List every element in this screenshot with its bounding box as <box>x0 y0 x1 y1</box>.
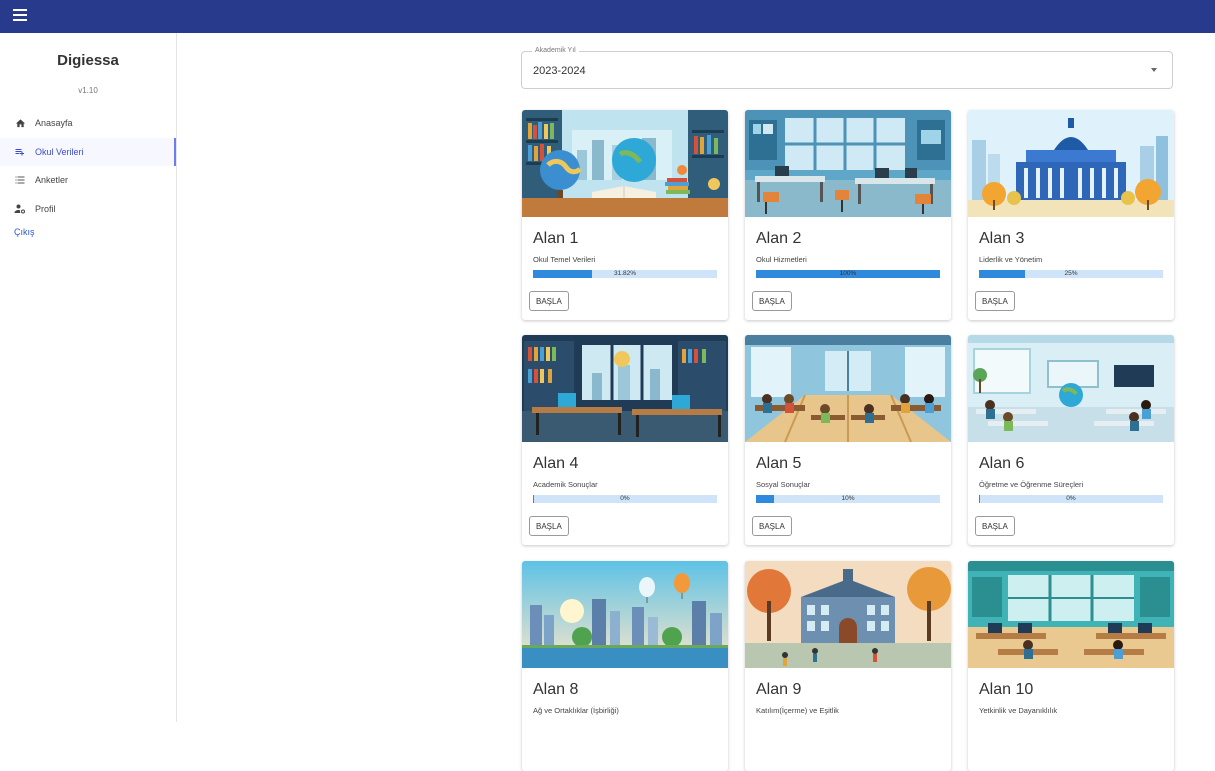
sidebar-item-profil[interactable]: Profil <box>0 195 176 224</box>
card-subtitle: Okul Temel Verileri <box>533 255 596 264</box>
sidebar-nav: Anasayfa Okul Verileri Anketler Profil <box>0 109 176 223</box>
computer-lab-illustration <box>968 561 1174 668</box>
progress-bar: 0% <box>979 495 1163 503</box>
card-title: Alan 6 <box>979 455 1025 472</box>
card-subtitle: Ağ ve Ortaklıklar (İşbirliği) <box>533 706 619 715</box>
sidebar-item-okul-verileri[interactable]: Okul Verileri <box>0 137 176 166</box>
card-subtitle: Academik Sonuçlar <box>533 480 598 489</box>
select-value: 2023-2024 <box>533 65 586 77</box>
area-card-5: Alan 5 Sosyal Sonuçlar 10% BAŞLA <box>745 335 951 545</box>
progress-bar: 100% <box>756 270 940 278</box>
list-icon <box>14 174 26 186</box>
area-card-3: Alan 3 Liderlik ve Yönetim 25% BAŞLA <box>968 110 1174 320</box>
area-card-9: Alan 9 Katılım(İçerme) ve Eşitlik <box>745 561 951 771</box>
city-balloons-illustration <box>522 561 728 668</box>
library-globe-illustration <box>522 110 728 217</box>
sidebar-item-anketler[interactable]: Anketler <box>0 166 176 195</box>
sidebar-item-label: Anasayfa <box>35 118 73 129</box>
card-title: Alan 9 <box>756 681 802 698</box>
app-brand: Digiessa <box>57 52 119 69</box>
area-card-2: Alan 2 Okul Hizmetleri 100% BAŞLA <box>745 110 951 320</box>
card-title: Alan 8 <box>533 681 579 698</box>
home-icon <box>14 117 26 129</box>
school-building-illustration <box>745 561 951 668</box>
card-subtitle: Öğretme ve Öğrenme Süreçleri <box>979 480 1084 489</box>
chevron-down-icon <box>1151 68 1157 72</box>
progress-label: 25% <box>1064 270 1078 277</box>
app-bar <box>0 0 1215 33</box>
progress-label: 10% <box>841 495 855 502</box>
busy-classroom-illustration <box>745 335 951 442</box>
study-room-illustration <box>522 335 728 442</box>
area-card-4: Alan 4 Academik Sonuçlar 0% BAŞLA <box>522 335 728 545</box>
sidebar-item-label: Anketler <box>35 175 69 186</box>
progress-bar: 10% <box>756 495 940 503</box>
area-card-6: Alan 6 Öğretme ve Öğrenme Süreçleri 0% B… <box>968 335 1174 545</box>
card-title: Alan 1 <box>533 230 579 247</box>
sidebar-item-anasayfa[interactable]: Anasayfa <box>0 109 176 138</box>
app-version: v1.10 <box>78 86 98 95</box>
office-room-illustration <box>745 110 951 217</box>
modern-classroom-illustration <box>968 335 1174 442</box>
progress-label: 31.82% <box>613 270 637 277</box>
card-title: Alan 4 <box>533 455 579 472</box>
user-settings-icon <box>14 203 26 215</box>
logout-link[interactable]: Çıkış <box>0 227 176 237</box>
capitol-building-illustration <box>968 110 1174 217</box>
card-title: Alan 2 <box>756 230 802 247</box>
area-card-8: Alan 8 Ağ ve Ortaklıklar (İşbirliği) <box>522 561 728 771</box>
card-subtitle: Okul Hizmetleri <box>756 255 807 264</box>
hamburger-menu-icon[interactable] <box>13 9 27 23</box>
area-card-10: Alan 10 Yetkinlik ve Dayanıklılık <box>968 561 1174 771</box>
card-title: Alan 3 <box>979 230 1025 247</box>
card-title: Alan 10 <box>979 681 1034 698</box>
progress-label: 100% <box>839 270 857 277</box>
card-subtitle: Liderlik ve Yönetim <box>979 255 1043 264</box>
start-button[interactable]: BAŞLA <box>752 516 792 536</box>
start-button[interactable]: BAŞLA <box>529 516 569 536</box>
area-card-1: Alan 1 Okul Temel Verileri 31.82% BAŞLA <box>522 110 728 320</box>
card-subtitle: Sosyal Sonuçlar <box>756 480 811 489</box>
progress-bar: 25% <box>979 270 1163 278</box>
academic-year-select[interactable]: Akademik Yıl 2023-2024 <box>521 47 1173 89</box>
card-subtitle: Katılım(İçerme) ve Eşitlik <box>756 706 839 715</box>
sidebar-item-label: Okul Verileri <box>35 146 84 157</box>
start-button[interactable]: BAŞLA <box>975 291 1015 311</box>
progress-bar: 0% <box>533 495 717 503</box>
start-button[interactable]: BAŞLA <box>752 291 792 311</box>
start-button[interactable]: BAŞLA <box>975 516 1015 536</box>
playlist-add-icon <box>14 146 26 158</box>
select-label: Akademik Yıl <box>532 47 579 54</box>
progress-label: 0% <box>620 495 630 502</box>
progress-bar: 31.82% <box>533 270 717 278</box>
card-subtitle: Yetkinlik ve Dayanıklılık <box>979 706 1058 715</box>
sidebar: Digiessa v1.10 Anasayfa Okul Verileri An… <box>0 33 177 722</box>
sidebar-item-label: Profil <box>35 203 56 214</box>
start-button[interactable]: BAŞLA <box>529 291 569 311</box>
card-title: Alan 5 <box>756 455 802 472</box>
progress-label: 0% <box>1066 495 1076 502</box>
